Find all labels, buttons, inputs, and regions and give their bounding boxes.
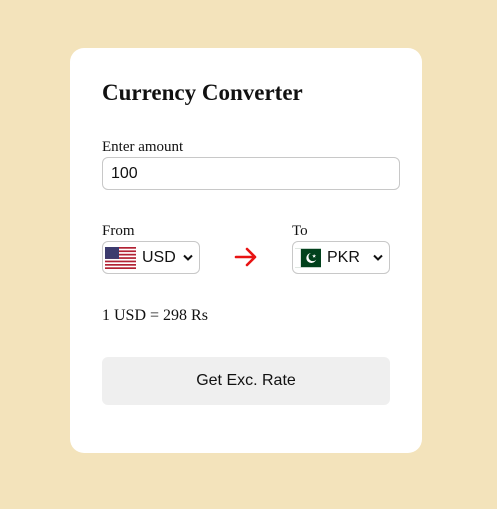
arrow-right-icon	[234, 247, 257, 267]
us-flag-icon	[105, 246, 136, 269]
amount-input[interactable]	[102, 157, 400, 190]
from-currency-select[interactable]: USD	[102, 241, 200, 274]
to-currency-code: PKR	[327, 248, 360, 266]
amount-label: Enter amount	[102, 139, 184, 155]
from-currency-code: USD	[142, 248, 176, 266]
chevron-down-icon	[373, 254, 383, 261]
chevron-down-icon	[183, 254, 193, 261]
get-exchange-rate-button[interactable]: Get Exc. Rate	[102, 357, 390, 405]
converter-card: Currency Converter Enter amount From USD…	[70, 48, 422, 453]
exchange-rate-text: 1 USD = 298 Rs	[102, 307, 208, 324]
from-label: From	[102, 223, 135, 239]
app-title: Currency Converter	[102, 80, 303, 105]
pk-flag-icon	[295, 248, 321, 267]
to-label: To	[292, 223, 308, 239]
to-currency-select[interactable]: PKR	[292, 241, 390, 274]
